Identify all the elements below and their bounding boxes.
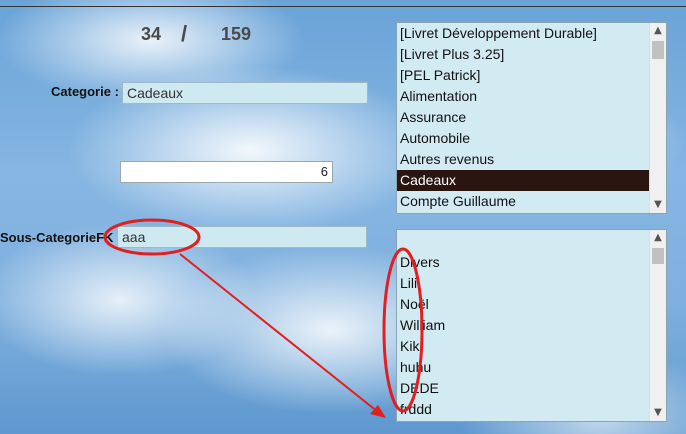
record-total: 159 — [221, 24, 252, 44]
record-current: 34 — [141, 24, 162, 44]
scroll-down-icon[interactable]: ▼ — [650, 197, 666, 213]
subcategory-list-item[interactable]: Divers — [397, 252, 650, 273]
subcategory-list-items: Divers Lili Noël William Kiki huhu DEDE frddd — [397, 252, 650, 420]
categorie-label: Categorie : — [51, 84, 119, 99]
categorie-field[interactable]: Cadeaux — [122, 82, 368, 104]
sous-categorie-field[interactable]: aaa — [117, 226, 367, 248]
subcategory-list-item[interactable]: huhu — [397, 357, 650, 378]
category-list-item[interactable]: [Livret Plus 3.25] — [397, 44, 650, 65]
category-list-items: [Livret Développement Durable] [Livret Pl… — [397, 23, 650, 212]
category-listbox[interactable]: [Livret Développement Durable] [Livret Pl… — [396, 22, 667, 214]
window-top-border — [0, 0, 686, 7]
category-list-item[interactable]: Alimentation — [397, 86, 650, 107]
subcategory-listbox[interactable]: Divers Lili Noël William Kiki huhu DEDE frddd ▲… — [396, 229, 667, 422]
category-list-item[interactable]: Cadeaux — [397, 170, 650, 191]
sous-categorie-label: Sous-CategorieFK — [0, 230, 114, 245]
scroll-up-icon[interactable]: ▲ — [650, 23, 666, 39]
annotation-arrow-line — [179, 253, 379, 413]
category-scrollbar[interactable]: ▲ ▼ — [649, 23, 666, 213]
subcategory-list-item[interactable]: Lili — [397, 273, 650, 294]
subcategory-scrollbar[interactable]: ▲ ▼ — [649, 230, 666, 421]
category-list-item[interactable]: [Livret Développement Durable] — [397, 23, 650, 44]
scroll-thumb[interactable] — [652, 41, 664, 59]
category-list-item[interactable]: Automobile — [397, 128, 650, 149]
subcategory-list-item[interactable]: William — [397, 315, 650, 336]
annotation-arrow-head — [370, 405, 386, 418]
scroll-down-icon[interactable]: ▼ — [650, 405, 666, 421]
subcategory-list-item[interactable]: DEDE — [397, 378, 650, 399]
scroll-up-icon[interactable]: ▲ — [650, 230, 666, 246]
number-field[interactable]: 6 — [120, 161, 333, 183]
subcategory-list-item[interactable]: frddd — [397, 399, 650, 420]
category-list-item[interactable]: Compte Guillaume — [397, 191, 650, 212]
category-list-item[interactable]: [PEL Patrick] — [397, 65, 650, 86]
subcategory-list-item[interactable]: Noël — [397, 294, 650, 315]
scroll-thumb[interactable] — [652, 248, 664, 264]
category-list-item[interactable]: Assurance — [397, 107, 650, 128]
category-list-item[interactable]: Autres revenus — [397, 149, 650, 170]
subcategory-list-item[interactable]: Kiki — [397, 336, 650, 357]
record-separator: / — [181, 21, 188, 46]
